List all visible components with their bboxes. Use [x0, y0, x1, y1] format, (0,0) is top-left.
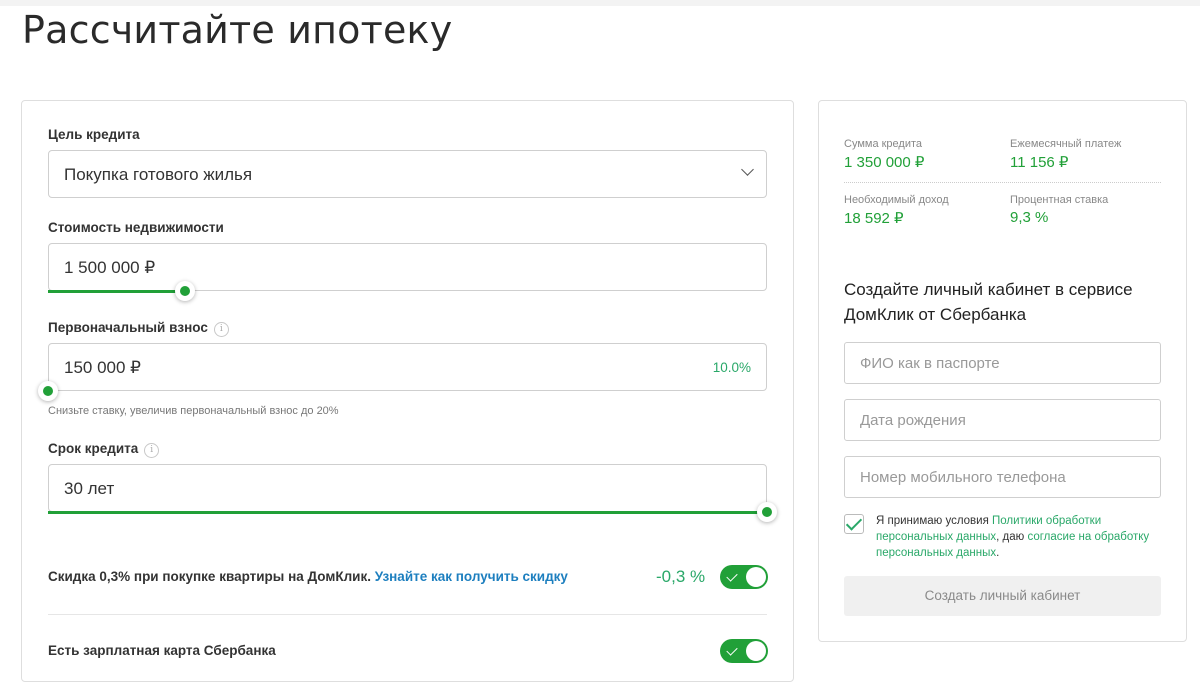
- summary-card: Сумма кредита 1 350 000 ₽ Ежемесячный пл…: [818, 100, 1187, 642]
- price-value: 1 500 000 ₽: [64, 258, 156, 277]
- purpose-value: Покупка готового жилья: [64, 165, 253, 184]
- discount-text: Скидка 0,3% при покупке квартиры на ДомК…: [48, 569, 568, 584]
- term-slider-handle[interactable]: [757, 502, 777, 522]
- info-icon[interactable]: i: [213, 322, 229, 337]
- down-payment-hint: Снизьте ставку, увеличив первоначальный …: [48, 405, 339, 417]
- discount-toggle[interactable]: [720, 565, 768, 589]
- down-payment-slider[interactable]: [38, 381, 767, 401]
- monthly-payment-value: 11 156 ₽: [1010, 154, 1069, 171]
- term-slider[interactable]: [48, 502, 777, 522]
- required-income-label: Необходимый доход: [844, 194, 949, 206]
- divider: [844, 182, 1161, 183]
- consent-text: Я принимаю условия Политики обработки пе…: [876, 513, 1161, 561]
- top-bar: [0, 0, 1200, 6]
- discount-description: Скидка 0,3% при покупке квартиры на ДомК…: [48, 569, 375, 584]
- chevron-down-icon: [741, 163, 754, 176]
- down-payment-percent: 10.0%: [712, 360, 751, 375]
- term-label-row: Срок кредита i: [48, 441, 160, 458]
- discount-link[interactable]: Узнайте как получить скидку: [375, 569, 568, 584]
- signup-title: Создайте личный кабинет в сервисе ДомКли…: [844, 280, 1133, 324]
- down-payment-input[interactable]: 150 000 ₽ 10.0%: [48, 343, 767, 391]
- down-payment-label-row: Первоначальный взнос i: [48, 320, 229, 337]
- interest-rate-value: 9,3 %: [1010, 209, 1049, 226]
- term-input[interactable]: 30 лет: [48, 464, 767, 512]
- required-income-value: 18 592 ₽: [844, 210, 904, 227]
- page-title: Рассчитайте ипотеку: [22, 8, 453, 52]
- check-icon: [845, 514, 863, 531]
- price-label: Стоимость недвижимости: [48, 220, 224, 235]
- term-value: 30 лет: [64, 479, 115, 498]
- down-payment-label: Первоначальный взнос: [48, 320, 208, 335]
- salary-card-toggle[interactable]: [720, 639, 768, 663]
- toggle-knob: [746, 567, 766, 587]
- consent-text-3: .: [996, 547, 1000, 559]
- purpose-label: Цель кредита: [48, 127, 140, 142]
- consent-text-1: Я принимаю условия: [876, 515, 993, 527]
- down-payment-value: 150 000 ₽: [64, 358, 141, 377]
- toggle-knob: [746, 641, 766, 661]
- create-account-button[interactable]: Создать личный кабинет: [844, 576, 1161, 616]
- interest-rate-label: Процентная ставка: [1010, 194, 1109, 206]
- monthly-payment-label: Ежемесячный платеж: [1010, 138, 1122, 150]
- consent-text-2: , даю: [996, 531, 1028, 543]
- discount-value: -0,3 %: [656, 567, 706, 586]
- birth-date-input[interactable]: Дата рождения: [844, 399, 1161, 441]
- check-icon: [726, 644, 738, 656]
- calculator-card: Цель кредита Покупка готового жилья Стои…: [21, 100, 794, 682]
- loan-amount-label: Сумма кредита: [844, 138, 923, 150]
- price-slider-fill: [48, 290, 185, 293]
- purpose-select[interactable]: Покупка готового жилья: [48, 150, 767, 198]
- price-slider[interactable]: [48, 281, 767, 301]
- check-icon: [726, 570, 738, 582]
- full-name-input[interactable]: ФИО как в паспорте: [844, 342, 1161, 384]
- divider: [48, 614, 767, 615]
- price-input[interactable]: 1 500 000 ₽: [48, 243, 767, 291]
- price-slider-handle[interactable]: [174, 281, 195, 301]
- phone-input[interactable]: Номер мобильного телефона: [844, 456, 1161, 498]
- info-icon[interactable]: i: [144, 443, 160, 458]
- term-slider-fill: [48, 511, 767, 514]
- consent-checkbox[interactable]: [844, 514, 864, 534]
- term-label: Срок кредита: [48, 441, 139, 456]
- down-payment-slider-handle[interactable]: [38, 381, 58, 401]
- salary-card-text: Есть зарплатная карта Сбербанка: [48, 643, 276, 658]
- loan-amount-value: 1 350 000 ₽: [844, 154, 925, 171]
